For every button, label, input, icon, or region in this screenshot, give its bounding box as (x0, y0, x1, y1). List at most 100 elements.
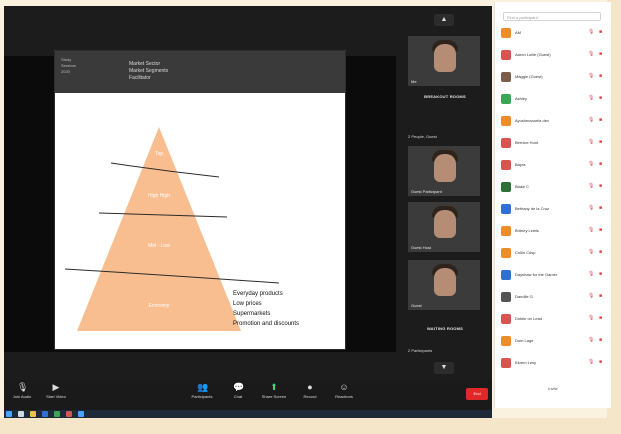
pyramid-level-label: Economy (149, 303, 170, 309)
avatar (501, 336, 511, 346)
microphone-icon: 🎙 (17, 382, 29, 392)
participant-row[interactable]: Britney Lewis 🎙 ■ (501, 226, 607, 236)
muted-microphone-icon: 🎙 (588, 337, 595, 343)
folder-icon[interactable] (30, 411, 36, 417)
toolbar-label: Chat (233, 394, 243, 399)
browser-icon[interactable] (42, 411, 48, 417)
avatar (501, 94, 511, 104)
participant-face (434, 44, 456, 72)
video-tile[interactable]: Guest Host (408, 202, 480, 252)
muted-microphone-icon: 🎙 (588, 51, 595, 57)
avatar (501, 226, 511, 236)
meeting-window: Study Seminar 2020 Market Sector Market … (4, 6, 492, 410)
avatar (501, 314, 511, 324)
muted-microphone-icon: 🎙 (588, 117, 595, 123)
muted-microphone-icon: 🎙 (588, 29, 595, 35)
end-meeting-button[interactable]: End (466, 388, 488, 400)
toolbar-label: Reactions (335, 394, 353, 399)
participant-name: Britney Lewis (515, 228, 539, 233)
participant-row[interactable]: Dom Lage 🎙 ■ (501, 336, 607, 346)
avatar (501, 358, 511, 368)
pyramid-shape (77, 127, 241, 331)
avatar (501, 182, 511, 192)
strip-scroll-down-button[interactable]: ▼ (434, 362, 454, 374)
video-off-icon: ■ (599, 29, 603, 35)
search-icon[interactable] (18, 411, 24, 417)
video-icon: ▶ (52, 382, 60, 392)
start-video-button[interactable]: ▶ Start Video (38, 382, 74, 399)
participant-name: Ashley (515, 96, 528, 101)
participant-face (434, 210, 456, 238)
video-tile-caption: Guest Host (411, 245, 432, 250)
video-off-icon: ■ (599, 161, 603, 167)
start-icon[interactable] (6, 411, 12, 417)
participant-name: Ayushmanuela dev (515, 118, 549, 123)
video-off-icon: ■ (599, 73, 603, 79)
slide-logo: Study Seminar 2020 (61, 57, 83, 87)
record-button[interactable]: ● Record (292, 382, 328, 399)
toolbar-label: Participants (191, 394, 213, 399)
participant-face (434, 268, 456, 296)
video-off-icon: ■ (599, 51, 603, 57)
video-off-icon: ■ (599, 205, 603, 211)
app-icon[interactable] (54, 411, 60, 417)
windows-taskbar (4, 410, 492, 418)
participants-panel: Find a participant AM 🎙 ■ Aaron Lullie (Gue… (494, 2, 611, 408)
participant-row[interactable]: Bethany de la Cruz 🎙 ■ (501, 204, 607, 214)
avatar (501, 248, 511, 258)
pyramid-level-label: High High (148, 193, 170, 199)
zoom-app-icon[interactable] (78, 411, 84, 417)
share-screen-icon: ⬆ (270, 382, 278, 392)
video-off-icon: ■ (599, 95, 603, 101)
participant-name: Dobile on Lead (515, 316, 542, 321)
group-sub-label: 2 Participants (408, 348, 433, 353)
video-off-icon: ■ (599, 227, 603, 233)
participant-name: Aaron Lullie (Guest) (515, 52, 551, 57)
muted-microphone-icon: 🎙 (588, 139, 595, 145)
avatar (501, 28, 511, 38)
toolbar-label: Share Screen (261, 394, 287, 399)
participant-row[interactable]: Maggie (Guest) 🎙 ■ (501, 72, 607, 82)
muted-microphone-icon: 🎙 (588, 205, 595, 211)
participant-row[interactable]: Dayshaw for the Gamer 🎙 ■ (501, 270, 607, 280)
participant-row[interactable]: AM 🎙 ■ (501, 28, 607, 38)
app-icon[interactable] (66, 411, 72, 417)
participant-name: AM (515, 30, 521, 35)
participant-row[interactable]: Bayra 🎙 ■ (501, 160, 607, 170)
avatar (501, 50, 511, 60)
join-audio-button[interactable]: 🎙 Join Audio (4, 382, 40, 399)
participant-row[interactable]: Ashley 🎙 ■ (501, 94, 607, 104)
participants-button[interactable]: 👥 Participants (184, 382, 220, 399)
participant-row[interactable]: Ekrem Lesy 🎙 ■ (501, 358, 607, 368)
presentation-slide: Study Seminar 2020 Market Sector Market … (54, 50, 346, 350)
strip-scroll-up-button[interactable]: ▲ (434, 14, 454, 26)
share-screen-button[interactable]: ⬆ Share Screen (256, 382, 292, 399)
muted-microphone-icon: 🎙 (588, 359, 595, 365)
invite-button[interactable]: Invite (495, 386, 611, 391)
pyramid-note: Promotion and discounts (233, 321, 299, 327)
participant-row[interactable]: Collin Crisp 🎙 ■ (501, 248, 607, 258)
video-off-icon: ■ (599, 315, 603, 321)
participant-row[interactable]: Bernice Hunt 🎙 ■ (501, 138, 607, 148)
avatar (501, 292, 511, 302)
participant-name: Ekrem Lesy (515, 360, 537, 365)
reactions-icon: ☺ (339, 382, 349, 392)
participant-row[interactable]: Ayushmanuela dev 🎙 ■ (501, 116, 607, 126)
participant-row[interactable]: Dobile on Lead 🎙 ■ (501, 314, 607, 324)
participant-search-input[interactable]: Find a participant (503, 12, 601, 21)
chat-button[interactable]: 💬 Chat (220, 382, 256, 399)
video-off-icon: ■ (599, 359, 603, 365)
video-off-icon: ■ (599, 337, 603, 343)
frame-border-bottom (0, 418, 621, 434)
participant-row[interactable]: Dandile G 🎙 ■ (501, 292, 607, 302)
participant-name: Dayshaw for the Gamer (515, 272, 558, 277)
reactions-button[interactable]: ☺ Reactions (326, 382, 362, 399)
participant-row[interactable]: Blake C 🎙 ■ (501, 182, 607, 192)
video-off-icon: ■ (599, 117, 603, 123)
participants-icon: 👥 (197, 382, 209, 392)
video-tile[interactable]: Guest (408, 260, 480, 310)
video-tile[interactable]: Guest Participant (408, 146, 480, 196)
video-tile-self[interactable]: Me (408, 36, 480, 86)
participant-name: Bayra (515, 162, 526, 167)
participant-row[interactable]: Aaron Lullie (Guest) 🎙 ■ (501, 50, 607, 60)
